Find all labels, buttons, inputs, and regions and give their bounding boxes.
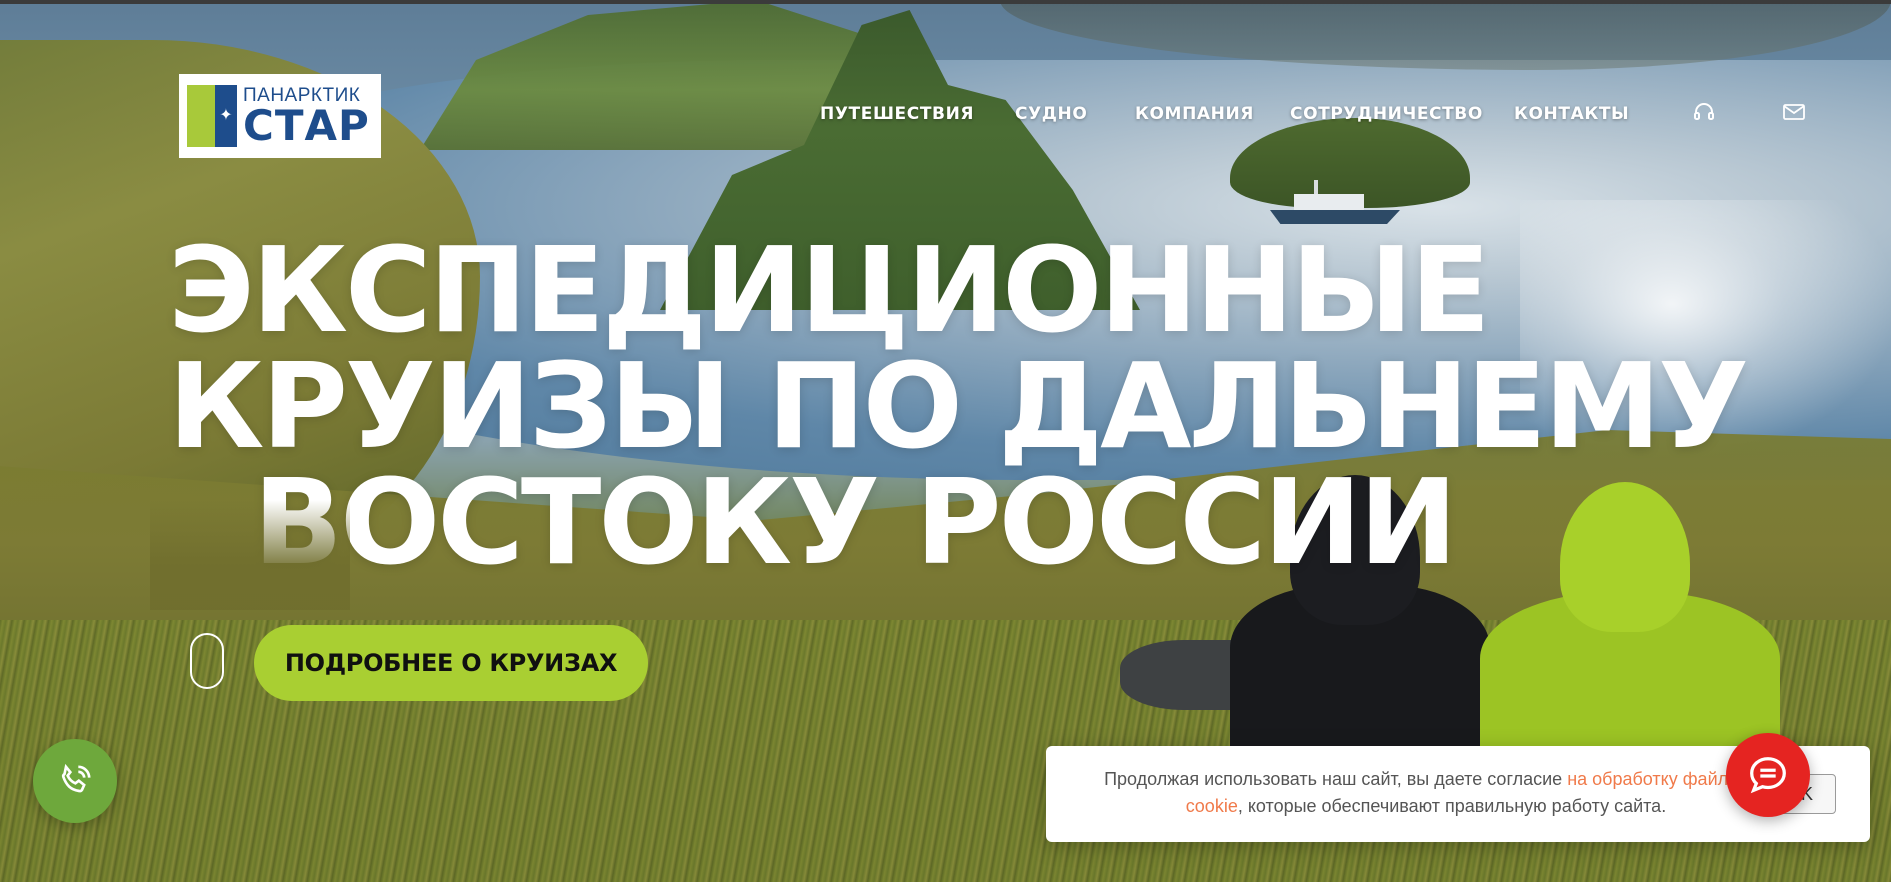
mail-icon[interactable] bbox=[1782, 100, 1806, 124]
nav-item-travel[interactable]: ПУТЕШЕСТВИЯ bbox=[820, 104, 974, 124]
top-border bbox=[0, 0, 1891, 4]
nav-item-company[interactable]: КОМПАНИЯ bbox=[1135, 104, 1254, 124]
cookie-text-after: , которые обеспечивают правильную работу… bbox=[1237, 796, 1667, 816]
chat-button[interactable] bbox=[1726, 733, 1810, 817]
scroll-down-icon[interactable] bbox=[190, 633, 224, 689]
main-nav: ПУТЕШЕСТВИЯ СУДНО КОМПАНИЯ СОТРУДНИЧЕСТВ… bbox=[0, 104, 1891, 128]
cookie-text-before: Продолжая использовать наш сайт, вы дает… bbox=[1104, 769, 1568, 789]
hero-headline: ЭКСПЕДИЦИОННЫЕ КРУИЗЫ ПО ДАЛЬНЕМУ ВОСТОК… bbox=[168, 221, 1749, 591]
nav-item-ship[interactable]: СУДНО bbox=[1015, 104, 1087, 124]
headline-line-2: КРУИЗЫ ПО ДАЛЬНЕМУ bbox=[168, 337, 1749, 475]
headline-line-1: ЭКСПЕДИЦИОННЫЕ bbox=[168, 221, 1491, 359]
headset-icon[interactable] bbox=[1692, 100, 1716, 124]
nav-item-partnership[interactable]: СОТРУДНИЧЕСТВО bbox=[1290, 104, 1483, 124]
callback-button[interactable] bbox=[33, 739, 117, 823]
cruise-details-button[interactable]: ПОДРОБНЕЕ О КРУИЗАХ bbox=[254, 625, 648, 701]
phone-icon bbox=[61, 763, 91, 793]
headline-fade-overlay bbox=[150, 500, 350, 610]
cookie-message: Продолжая использовать наш сайт, вы дает… bbox=[1096, 766, 1756, 820]
headline-line-3: ВОСТОКУ РОССИИ bbox=[253, 453, 1458, 591]
chat-bubble-icon bbox=[1750, 757, 1786, 794]
ship-deck bbox=[1294, 194, 1364, 212]
nav-item-contacts[interactable]: КОНТАКТЫ bbox=[1514, 104, 1629, 124]
